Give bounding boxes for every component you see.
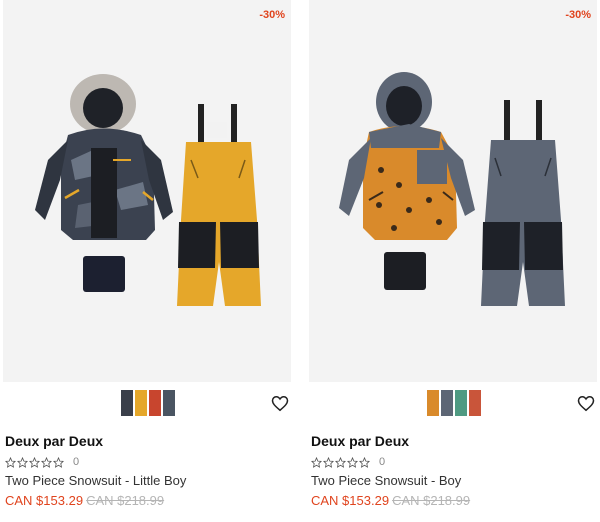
star-outline-icon xyxy=(29,456,40,468)
heart-outline-icon[interactable] xyxy=(577,395,595,412)
rating-count: 0 xyxy=(379,456,386,468)
rating: 0 xyxy=(311,456,385,468)
product-card[interactable]: -30% Deux par Deux 0 Two Piece Snowsuit … xyxy=(3,0,291,522)
star-outline-icon xyxy=(5,456,16,468)
swatch-option[interactable] xyxy=(455,390,467,416)
product-card[interactable]: -30% Deux par Deux 0 Two Piece Snowsuit … xyxy=(309,0,597,522)
sale-price: CAN $153.29 xyxy=(5,493,84,508)
star-outline-icon xyxy=(41,456,52,468)
product-image[interactable]: -30% xyxy=(3,0,291,382)
color-swatches xyxy=(121,390,175,418)
star-outline-icon xyxy=(17,456,28,468)
color-swatches xyxy=(427,390,481,418)
original-price: CAN $218.99 xyxy=(86,493,165,508)
swatch-option[interactable] xyxy=(135,390,147,416)
product-image[interactable]: -30% xyxy=(309,0,597,382)
snowsuit-boy-image xyxy=(339,72,565,306)
product-title[interactable]: Two Piece Snowsuit - Boy xyxy=(311,473,461,488)
star-outline-icon xyxy=(323,456,334,468)
snowsuit-little-boy-image xyxy=(35,74,261,306)
star-outline-icon xyxy=(311,456,322,468)
brand-name[interactable]: Deux par Deux xyxy=(5,433,103,449)
star-outline-icon xyxy=(359,456,370,468)
star-outline-icon xyxy=(335,456,346,468)
star-rating xyxy=(5,456,64,468)
heart-outline-icon[interactable] xyxy=(271,395,289,412)
swatch-option[interactable] xyxy=(149,390,161,416)
original-price: CAN $218.99 xyxy=(392,493,471,508)
rating: 0 xyxy=(5,456,79,468)
swatch-option[interactable] xyxy=(427,390,439,416)
star-outline-icon xyxy=(347,456,358,468)
price: CAN $153.29 CAN $218.99 xyxy=(5,493,164,508)
brand-name[interactable]: Deux par Deux xyxy=(311,433,409,449)
swatch-option[interactable] xyxy=(469,390,481,416)
swatch-option[interactable] xyxy=(441,390,453,416)
swatch-option[interactable] xyxy=(121,390,133,416)
swatch-option[interactable] xyxy=(163,390,175,416)
sale-price: CAN $153.29 xyxy=(311,493,390,508)
rating-count: 0 xyxy=(73,456,80,468)
star-outline-icon xyxy=(53,456,64,468)
price: CAN $153.29 CAN $218.99 xyxy=(311,493,470,508)
star-rating xyxy=(311,456,370,468)
product-title[interactable]: Two Piece Snowsuit - Little Boy xyxy=(5,473,186,488)
